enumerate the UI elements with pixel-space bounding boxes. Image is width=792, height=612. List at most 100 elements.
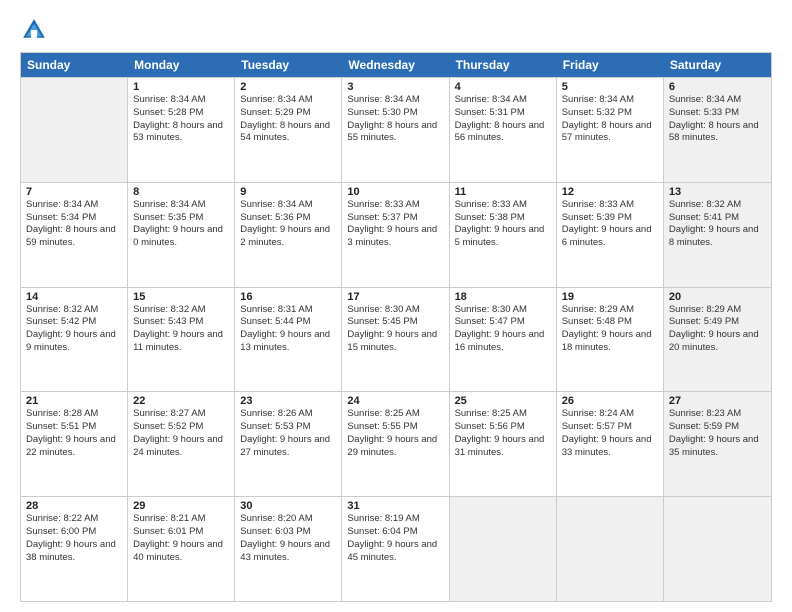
sunset-text: Sunset: 5:59 PM (669, 421, 766, 434)
sunrise-text: Sunrise: 8:30 AM (455, 304, 551, 317)
sunrise-text: Sunrise: 8:34 AM (562, 94, 658, 107)
sunset-text: Sunset: 5:57 PM (562, 421, 658, 434)
calendar: SundayMondayTuesdayWednesdayThursdayFrid… (20, 52, 772, 602)
sunset-text: Sunset: 5:52 PM (133, 421, 229, 434)
day-number: 20 (669, 291, 766, 303)
daylight-text: Daylight: 9 hours and 31 minutes. (455, 434, 551, 460)
sunrise-text: Sunrise: 8:34 AM (347, 94, 443, 107)
sunrise-text: Sunrise: 8:34 AM (133, 94, 229, 107)
calendar-row-3: 14Sunrise: 8:32 AMSunset: 5:42 PMDayligh… (21, 287, 771, 392)
sunrise-text: Sunrise: 8:31 AM (240, 304, 336, 317)
sunset-text: Sunset: 5:56 PM (455, 421, 551, 434)
day-number: 28 (26, 500, 122, 512)
calendar-cell (664, 497, 771, 601)
sunset-text: Sunset: 5:49 PM (669, 316, 766, 329)
calendar-cell: 26Sunrise: 8:24 AMSunset: 5:57 PMDayligh… (557, 392, 664, 496)
daylight-text: Daylight: 9 hours and 22 minutes. (26, 434, 122, 460)
daylight-text: Daylight: 9 hours and 45 minutes. (347, 539, 443, 565)
sunrise-text: Sunrise: 8:30 AM (347, 304, 443, 317)
daylight-text: Daylight: 8 hours and 55 minutes. (347, 120, 443, 146)
day-number: 5 (562, 81, 658, 93)
daylight-text: Daylight: 8 hours and 53 minutes. (133, 120, 229, 146)
calendar-row-4: 21Sunrise: 8:28 AMSunset: 5:51 PMDayligh… (21, 391, 771, 496)
weekday-header-tuesday: Tuesday (235, 53, 342, 77)
sunset-text: Sunset: 5:48 PM (562, 316, 658, 329)
day-number: 27 (669, 395, 766, 407)
logo (20, 16, 52, 44)
daylight-text: Daylight: 9 hours and 15 minutes. (347, 329, 443, 355)
sunrise-text: Sunrise: 8:22 AM (26, 513, 122, 526)
sunset-text: Sunset: 5:41 PM (669, 212, 766, 225)
daylight-text: Daylight: 8 hours and 56 minutes. (455, 120, 551, 146)
calendar-cell: 1Sunrise: 8:34 AMSunset: 5:28 PMDaylight… (128, 78, 235, 182)
sunset-text: Sunset: 5:34 PM (26, 212, 122, 225)
calendar-cell: 27Sunrise: 8:23 AMSunset: 5:59 PMDayligh… (664, 392, 771, 496)
sunset-text: Sunset: 5:47 PM (455, 316, 551, 329)
sunset-text: Sunset: 5:53 PM (240, 421, 336, 434)
daylight-text: Daylight: 9 hours and 11 minutes. (133, 329, 229, 355)
day-number: 9 (240, 186, 336, 198)
sunset-text: Sunset: 5:55 PM (347, 421, 443, 434)
day-number: 12 (562, 186, 658, 198)
logo-icon (20, 16, 48, 44)
day-number: 21 (26, 395, 122, 407)
daylight-text: Daylight: 8 hours and 54 minutes. (240, 120, 336, 146)
sunset-text: Sunset: 6:00 PM (26, 526, 122, 539)
sunrise-text: Sunrise: 8:33 AM (455, 199, 551, 212)
calendar-cell (557, 497, 664, 601)
calendar-cell: 28Sunrise: 8:22 AMSunset: 6:00 PMDayligh… (21, 497, 128, 601)
day-number: 19 (562, 291, 658, 303)
sunrise-text: Sunrise: 8:25 AM (347, 408, 443, 421)
calendar-cell: 6Sunrise: 8:34 AMSunset: 5:33 PMDaylight… (664, 78, 771, 182)
weekday-header-wednesday: Wednesday (342, 53, 449, 77)
sunrise-text: Sunrise: 8:23 AM (669, 408, 766, 421)
daylight-text: Daylight: 9 hours and 13 minutes. (240, 329, 336, 355)
sunrise-text: Sunrise: 8:34 AM (455, 94, 551, 107)
sunrise-text: Sunrise: 8:25 AM (455, 408, 551, 421)
calendar-cell: 31Sunrise: 8:19 AMSunset: 6:04 PMDayligh… (342, 497, 449, 601)
calendar-cell: 21Sunrise: 8:28 AMSunset: 5:51 PMDayligh… (21, 392, 128, 496)
sunrise-text: Sunrise: 8:29 AM (562, 304, 658, 317)
weekday-header-monday: Monday (128, 53, 235, 77)
day-number: 15 (133, 291, 229, 303)
sunrise-text: Sunrise: 8:19 AM (347, 513, 443, 526)
calendar-cell (450, 497, 557, 601)
daylight-text: Daylight: 9 hours and 43 minutes. (240, 539, 336, 565)
weekday-header-thursday: Thursday (450, 53, 557, 77)
sunset-text: Sunset: 5:51 PM (26, 421, 122, 434)
calendar-cell: 29Sunrise: 8:21 AMSunset: 6:01 PMDayligh… (128, 497, 235, 601)
calendar-cell: 17Sunrise: 8:30 AMSunset: 5:45 PMDayligh… (342, 288, 449, 392)
daylight-text: Daylight: 9 hours and 35 minutes. (669, 434, 766, 460)
daylight-text: Daylight: 9 hours and 18 minutes. (562, 329, 658, 355)
sunset-text: Sunset: 5:28 PM (133, 107, 229, 120)
sunset-text: Sunset: 6:04 PM (347, 526, 443, 539)
daylight-text: Daylight: 9 hours and 16 minutes. (455, 329, 551, 355)
sunrise-text: Sunrise: 8:21 AM (133, 513, 229, 526)
daylight-text: Daylight: 9 hours and 2 minutes. (240, 224, 336, 250)
day-number: 25 (455, 395, 551, 407)
sunrise-text: Sunrise: 8:34 AM (669, 94, 766, 107)
page: SundayMondayTuesdayWednesdayThursdayFrid… (0, 0, 792, 612)
calendar-cell: 8Sunrise: 8:34 AMSunset: 5:35 PMDaylight… (128, 183, 235, 287)
sunrise-text: Sunrise: 8:34 AM (133, 199, 229, 212)
calendar-cell: 25Sunrise: 8:25 AMSunset: 5:56 PMDayligh… (450, 392, 557, 496)
sunrise-text: Sunrise: 8:34 AM (240, 94, 336, 107)
calendar-cell: 24Sunrise: 8:25 AMSunset: 5:55 PMDayligh… (342, 392, 449, 496)
sunrise-text: Sunrise: 8:33 AM (347, 199, 443, 212)
day-number: 10 (347, 186, 443, 198)
weekday-header-friday: Friday (557, 53, 664, 77)
day-number: 26 (562, 395, 658, 407)
day-number: 14 (26, 291, 122, 303)
sunrise-text: Sunrise: 8:29 AM (669, 304, 766, 317)
sunset-text: Sunset: 5:35 PM (133, 212, 229, 225)
day-number: 13 (669, 186, 766, 198)
day-number: 7 (26, 186, 122, 198)
sunset-text: Sunset: 5:36 PM (240, 212, 336, 225)
daylight-text: Daylight: 9 hours and 29 minutes. (347, 434, 443, 460)
sunset-text: Sunset: 5:31 PM (455, 107, 551, 120)
sunrise-text: Sunrise: 8:34 AM (240, 199, 336, 212)
calendar-cell: 12Sunrise: 8:33 AMSunset: 5:39 PMDayligh… (557, 183, 664, 287)
sunset-text: Sunset: 5:37 PM (347, 212, 443, 225)
sunset-text: Sunset: 5:44 PM (240, 316, 336, 329)
sunset-text: Sunset: 5:33 PM (669, 107, 766, 120)
